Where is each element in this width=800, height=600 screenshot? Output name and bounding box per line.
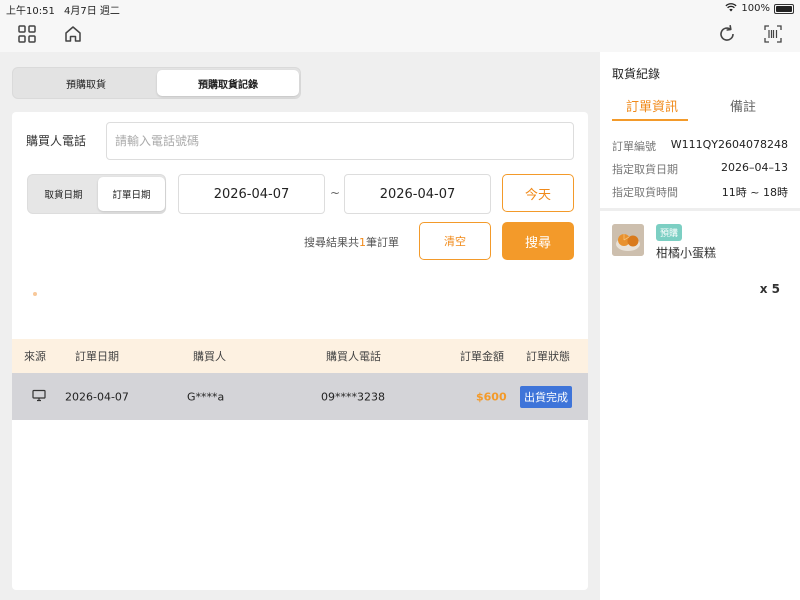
search-card: 購買人電話 取貨日期 訂單日期 2026-04-07 ~ 2026-04-07 … — [12, 112, 588, 590]
refresh-icon[interactable] — [715, 22, 739, 46]
home-icon[interactable] — [61, 22, 85, 46]
col-buyer: 購買人 — [193, 350, 226, 363]
info-value: W111QY2604078248 — [670, 138, 788, 151]
info-value: 11時 ~ 18時 — [721, 186, 788, 199]
tab-preorder-pickup[interactable]: 預購取貨 — [15, 70, 157, 96]
pickup-record-panel: 取貨紀錄 訂單資訊 備註 訂單編號 W111QY2604078248 指定取貨日… — [600, 52, 800, 600]
product-name: 柑橘小蛋糕 — [656, 246, 717, 260]
info-label: 指定取貨日期 — [612, 163, 678, 176]
tab-order-info[interactable]: 訂單資訊 — [626, 96, 678, 115]
grid-menu-icon[interactable] — [15, 22, 39, 46]
clear-button[interactable]: 清空 — [419, 222, 491, 260]
search-button[interactable]: 搜尋 — [502, 222, 574, 260]
status-badge: 出貨完成 — [520, 385, 572, 408]
date-type-pickup[interactable]: 取貨日期 — [30, 177, 97, 211]
status-bar: 上午10:51 4月7日 週二 100% — [0, 0, 800, 17]
date-to-field[interactable]: 2026-04-07 — [344, 174, 491, 214]
info-label: 訂單編號 — [612, 140, 656, 153]
date-from-field[interactable]: 2026-04-07 — [178, 174, 325, 214]
info-label: 指定取貨時間 — [612, 186, 678, 199]
wifi-icon — [725, 2, 737, 15]
main-panel: 預購取貨 預購取貨記錄 購買人電話 取貨日期 訂單日期 2026-04-07 ~… — [0, 52, 600, 600]
phone-label: 購買人電話 — [26, 134, 87, 148]
date-type-order[interactable]: 訂單日期 — [98, 177, 165, 211]
date-type-segment: 取貨日期 訂單日期 — [27, 174, 166, 214]
battery-icon — [774, 3, 794, 14]
row-order-date: 2026-04-07 — [65, 390, 129, 403]
row-amount: $600 — [476, 390, 507, 403]
col-status: 訂單狀態 — [526, 350, 570, 363]
phone-input[interactable] — [106, 122, 574, 160]
preorder-badge: 預購 — [656, 224, 683, 241]
result-count: 1 — [359, 236, 366, 249]
divider — [600, 208, 800, 211]
active-tab-indicator — [612, 119, 688, 121]
row-phone: 09****3238 — [321, 390, 385, 403]
tab-notes[interactable]: 備註 — [730, 96, 756, 115]
result-summary: 搜尋結果共1筆訂單 — [304, 234, 399, 250]
info-value: 2026–04–13 — [721, 161, 788, 174]
table-row[interactable]: 2026-04-07 G****a 09****3238 $600 出貨完成 — [12, 373, 588, 420]
result-prefix: 搜尋結果共 — [304, 236, 359, 249]
battery-percent: 100% — [741, 3, 770, 14]
toolbar — [0, 16, 800, 52]
mode-segment: 預購取貨 預購取貨記錄 — [12, 67, 301, 99]
loading-dot — [33, 292, 37, 296]
col-source: 來源 — [24, 350, 46, 363]
tab-preorder-history[interactable]: 預購取貨記錄 — [157, 70, 299, 96]
date-separator: ~ — [330, 186, 341, 200]
col-buyer-phone: 購買人電話 — [326, 350, 381, 363]
row-buyer: G****a — [187, 390, 225, 403]
monitor-icon — [32, 389, 46, 404]
table-header: 來源 訂單日期 購買人 購買人電話 訂單金額 訂單狀態 — [12, 339, 588, 373]
side-title: 取貨紀錄 — [612, 67, 661, 81]
product-image — [612, 224, 644, 256]
col-order-date: 訂單日期 — [75, 350, 119, 363]
product-quantity: x 5 — [759, 282, 780, 296]
barcode-scan-icon[interactable] — [761, 22, 785, 46]
col-amount: 訂單金額 — [460, 350, 504, 363]
today-button[interactable]: 今天 — [502, 174, 574, 212]
result-suffix: 筆訂單 — [366, 236, 399, 249]
